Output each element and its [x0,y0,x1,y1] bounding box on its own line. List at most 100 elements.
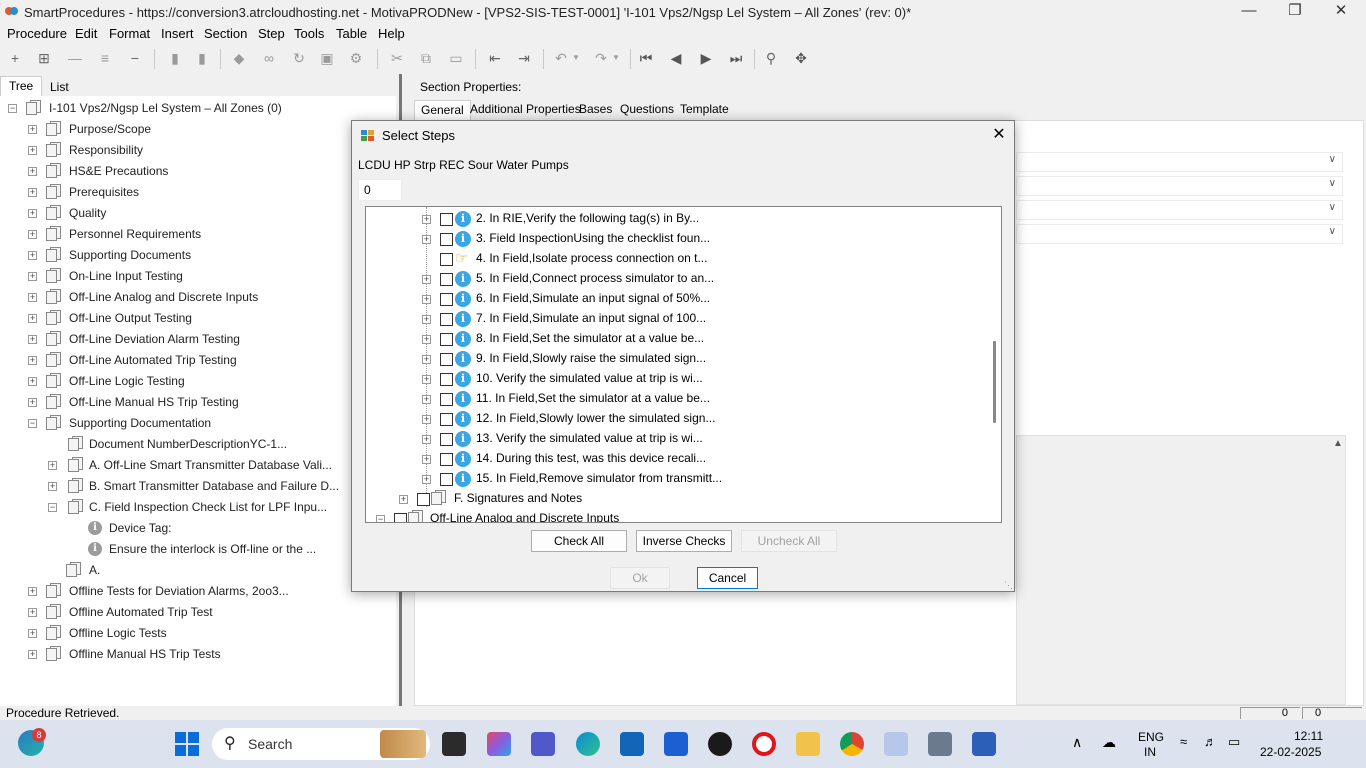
tree-subitem[interactable]: − C. Field Inspection Check List for LPF … [48,499,388,519]
scroll-up-icon[interactable]: ▲ [1333,438,1343,449]
tree-item[interactable]: − Supporting Documentation [28,415,388,435]
cut-icon[interactable]: ✂ [388,49,406,67]
scrollbar-thumb[interactable] [993,341,996,423]
step-row[interactable]: + i 15. In Field,Remove simulator from tra… [366,470,986,490]
tree-item[interactable]: + Offline Manual HS Trip Tests [28,646,388,666]
tab-bases[interactable]: Bases [573,100,618,120]
property-combo-3[interactable]: ∨ [1016,200,1343,220]
step-row[interactable]: + i 8. In Field,Set the simulator at a val… [366,330,986,350]
tree-item[interactable]: + HS&E Precautions [28,163,388,183]
add-step-icon[interactable]: + [6,49,24,67]
minimize-button[interactable]: — [1226,0,1272,24]
tree-item[interactable]: + Off-Line Manual HS Trip Testing [28,394,388,414]
inverse-checks-button[interactable]: Inverse Checks [636,530,732,552]
indent-icon[interactable]: ⇥ [515,49,533,67]
menu-table[interactable]: Table [336,26,367,41]
step-checkbox[interactable] [440,413,453,426]
expand-icon[interactable]: + [422,455,431,464]
menu-section[interactable]: Section [204,26,247,41]
first-icon[interactable]: ⏮ [637,49,655,67]
step-row[interactable]: + i 13. Verify the simulated value at trip… [366,430,986,450]
property-combo-2[interactable]: ∨ [1016,176,1343,196]
tree-item[interactable]: + Off-Line Analog and Discrete Inputs [28,289,388,309]
lock-icon[interactable]: ◆ [230,49,248,67]
property-combo-1[interactable]: ∨ [1016,152,1343,172]
opera-icon[interactable] [752,732,776,756]
expand-icon[interactable]: + [422,275,431,284]
expand-icon[interactable]: + [422,415,431,424]
undo-dropdown-icon[interactable]: ▼ [567,49,585,67]
expand-icon[interactable]: + [422,355,431,364]
list-icon[interactable]: ≡ [96,49,114,67]
expand-icon[interactable]: + [28,398,37,407]
step-row[interactable]: + i 11. In Field,Set the simulator at a va… [366,390,986,410]
remove-icon[interactable]: — [66,49,84,67]
outdent-icon[interactable]: ⇤ [486,49,504,67]
last-icon[interactable]: ⏭ [727,49,745,67]
tree-item[interactable]: + Offline Logic Tests [28,625,388,645]
steps-scrollbar[interactable] [989,207,1001,522]
refresh-icon[interactable]: ↻ [290,49,308,67]
step-row[interactable]: + i 6. In Field,Simulate an input signal o… [366,290,986,310]
tree-item[interactable]: + Purpose/Scope [28,121,388,141]
tree-item[interactable]: + Offline Automated Trip Test [28,604,388,624]
dell-icon[interactable] [708,732,732,756]
menu-help[interactable]: Help [378,26,405,41]
task-view-icon[interactable] [442,732,466,756]
expand-icon[interactable]: + [28,335,37,344]
edge-icon[interactable] [576,732,600,756]
chevron-up-icon[interactable]: ∧ [1072,734,1082,751]
check-all-button[interactable]: Check All [531,530,627,552]
step-row[interactable]: + i 2. In RIE,Verify the following tag(s) … [366,210,986,230]
save-icon[interactable]: ▮ [166,49,184,67]
tab-additional-properties[interactable]: Additional Properties [464,100,587,120]
tab-list[interactable]: List [42,78,77,98]
ok-button[interactable]: Ok [610,567,670,589]
next-icon[interactable]: ▶ [697,49,715,67]
section-row[interactable]: + F. Signatures and Notes [366,490,986,510]
expand-icon[interactable]: + [422,475,431,484]
expand-icon[interactable]: + [422,375,431,384]
menu-step[interactable]: Step [258,26,285,41]
step-checkbox[interactable] [440,313,453,326]
step-row[interactable]: + i 14. During this test, was this device … [366,450,986,470]
expand-icon[interactable]: + [28,188,37,197]
step-checkbox[interactable] [440,353,453,366]
step-row[interactable]: + i 12. In Field,Slowly lower the simulate… [366,410,986,430]
volume-icon[interactable]: ♬ [1204,734,1217,749]
tab-tree[interactable]: Tree [0,76,43,96]
step-checkbox[interactable] [440,333,453,346]
word-icon[interactable] [972,732,996,756]
expand-icon[interactable]: + [422,395,431,404]
windows-start-icon[interactable] [175,732,199,756]
tab-template[interactable]: Template [674,100,735,120]
tree-item[interactable]: + Off-Line Deviation Alarm Testing [28,331,388,351]
tree-step[interactable]: i Device Tag: [88,520,388,540]
find-icon[interactable]: ⚲ [762,49,780,67]
remote-desktop-icon[interactable] [928,732,952,756]
tree-subitem[interactable]: Document NumberDescriptionYC-1... [48,436,388,456]
teams-icon[interactable] [531,732,555,756]
cancel-button[interactable]: Cancel [697,567,758,589]
expand-icon[interactable]: + [28,314,37,323]
menu-format[interactable]: Format [109,26,150,41]
expand-icon[interactable]: + [28,587,37,596]
step-row[interactable]: ☞ 4. In Field,Isolate process connection … [366,250,986,270]
wifi-icon[interactable]: ≈ [1180,734,1187,749]
menu-edit[interactable]: Edit [75,26,97,41]
step-checkbox[interactable] [440,473,453,486]
expand-icon[interactable]: + [28,146,37,155]
expand-icon[interactable]: + [28,272,37,281]
collapse-icon[interactable]: − [48,503,57,512]
menu-insert[interactable]: Insert [161,26,194,41]
step-checkbox[interactable] [440,253,453,266]
language-line1[interactable]: ENG [1138,730,1164,744]
tab-general[interactable]: General [414,100,471,120]
store-icon[interactable] [620,732,644,756]
tree-step[interactable]: i Ensure the interlock is Off-line or the… [88,541,388,561]
previous-icon[interactable]: ◀ [667,49,685,67]
taskbar-search-box[interactable]: ⚲ Search [212,728,430,760]
expand-icon[interactable]: + [28,251,37,260]
smartprocedures-icon[interactable] [884,732,908,756]
tree-item[interactable]: + Offline Tests for Deviation Alarms, 2oo… [28,583,388,603]
